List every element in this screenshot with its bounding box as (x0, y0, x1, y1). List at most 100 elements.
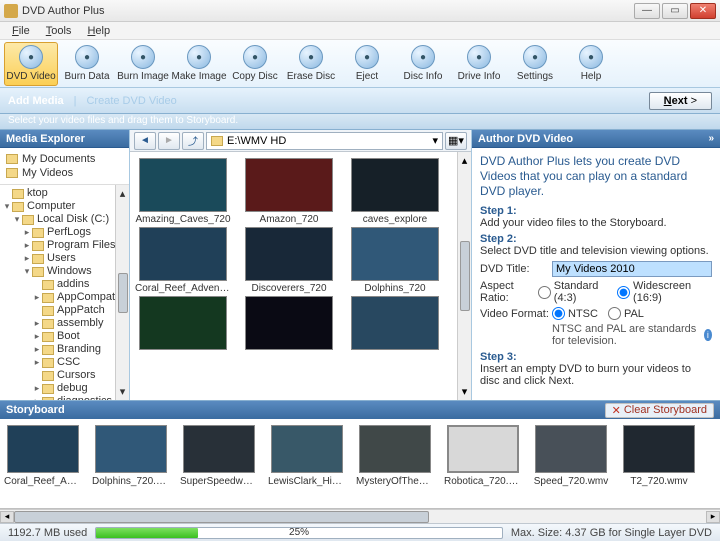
tab-add-media[interactable]: Add Media (8, 95, 64, 107)
tree-item[interactable]: ktop (2, 187, 127, 200)
thumbnail-item[interactable]: caves_explore (346, 158, 444, 225)
quick-my-videos[interactable]: My Videos (6, 166, 123, 180)
menu-file[interactable]: File (4, 23, 38, 39)
storyboard-item[interactable]: Speed_720.wmv (532, 425, 610, 487)
view-mode-button[interactable]: ▦▾ (445, 132, 467, 150)
tree-item[interactable]: ▸assembly (2, 317, 127, 330)
storyboard-item[interactable]: MysteryOfTheNile.w... (356, 425, 434, 487)
expand-icon[interactable]: ▾ (12, 213, 22, 226)
tree-item[interactable]: ▾Local Disk (C:) (2, 213, 127, 226)
thumbnail-item[interactable]: Discoverers_720 (240, 227, 338, 294)
storyboard-scrollbar[interactable]: ◂ ▸ (0, 509, 720, 523)
tree-item[interactable]: ▸diagnostics (2, 395, 127, 400)
tree-item[interactable]: Cursors (2, 369, 127, 382)
storyboard-item[interactable]: SuperSpeedway.w... (180, 425, 258, 487)
expand-icon[interactable]: ▸ (32, 317, 42, 330)
storyboard-item[interactable]: T2_720.wmv (620, 425, 698, 487)
author-header: Author DVD Video» (472, 130, 720, 148)
toolbar-erase-disc[interactable]: ●Erase Disc (284, 42, 338, 86)
tree-item[interactable]: ▸Users (2, 252, 127, 265)
thumbnail-item[interactable] (240, 296, 338, 352)
nav-forward-button[interactable]: ► (158, 132, 180, 150)
dvd-title-input[interactable] (552, 261, 712, 277)
tree-scrollbar[interactable]: ▴▾ (115, 185, 129, 400)
clear-storyboard-button[interactable]: ✕Clear Storyboard (605, 403, 714, 418)
expand-icon[interactable]: ▸ (22, 226, 32, 239)
storyboard-item[interactable]: Coral_Reef_Advent... (4, 425, 82, 487)
toolbar-eject[interactable]: ●Eject (340, 42, 394, 86)
expand-icon[interactable]: ▸ (32, 291, 42, 304)
expand-icon[interactable]: ▸ (32, 330, 42, 343)
toolbar-burn-image[interactable]: ●Burn Image (116, 42, 170, 86)
menu-help[interactable]: Help (79, 23, 118, 39)
tree-item[interactable]: ▾Computer (2, 200, 127, 213)
expand-icon[interactable]: ▸ (32, 356, 42, 369)
status-bar: 1192.7 MB used 25% Max. Size: 4.37 GB fo… (0, 523, 720, 541)
collapse-icon[interactable]: » (708, 133, 714, 144)
scroll-right-icon[interactable]: ▸ (706, 511, 720, 523)
close-button[interactable]: ✕ (690, 3, 716, 19)
thumbnail-item[interactable] (134, 296, 232, 352)
toolbar-dvd-video[interactable]: ●DVD Video (4, 42, 58, 86)
chevron-down-icon[interactable]: ▾ (432, 134, 438, 147)
scroll-left-icon[interactable]: ◂ (0, 511, 14, 523)
aspect-standard-radio[interactable]: Standard (4:3) (538, 280, 607, 304)
folder-icon (42, 306, 54, 316)
aspect-widescreen-radio[interactable]: Widescreen (16:9) (617, 280, 702, 304)
folder-icon (6, 168, 18, 178)
thumbnail-item[interactable]: Amazon_720 (240, 158, 338, 225)
tree-item[interactable]: AppPatch (2, 304, 127, 317)
storyboard-item[interactable]: Robotica_720.wmv (444, 425, 522, 487)
tree-item[interactable]: ▸Boot (2, 330, 127, 343)
tree-item[interactable]: ▸CSC (2, 356, 127, 369)
tree-item[interactable]: ▸debug (2, 382, 127, 395)
tree-item[interactable]: ▸AppCompat (2, 291, 127, 304)
thumbnail-item[interactable]: Dolphins_720 (346, 227, 444, 294)
quick-my-documents[interactable]: My Documents (6, 152, 123, 166)
expand-icon[interactable]: ▸ (32, 395, 42, 400)
tree-item[interactable]: ▸Branding (2, 343, 127, 356)
folder-icon (22, 215, 34, 225)
expand-icon[interactable]: ▾ (2, 200, 12, 213)
storyboard-item[interactable]: LewisClark_HiDef.... (268, 425, 346, 487)
toolbar-make-image[interactable]: ●Make Image (172, 42, 226, 86)
toolbar-drive-info[interactable]: ●Drive Info (452, 42, 506, 86)
tree-item[interactable]: ▸PerfLogs (2, 226, 127, 239)
expand-icon[interactable]: ▸ (22, 239, 32, 252)
toolbar-help[interactable]: ●Help (564, 42, 618, 86)
minimize-button[interactable]: — (634, 3, 660, 19)
expand-icon[interactable]: ▸ (32, 382, 42, 395)
expand-icon[interactable]: ▸ (22, 252, 32, 265)
ntsc-radio[interactable]: NTSC (552, 307, 598, 320)
maximize-button[interactable]: ▭ (662, 3, 688, 19)
storyboard-item[interactable]: Dolphins_720.wmv (92, 425, 170, 487)
folder-tree[interactable]: ▴▾ ktop▾Computer▾Local Disk (C:)▸PerfLog… (0, 185, 129, 400)
pal-radio[interactable]: PAL (608, 307, 644, 320)
path-field[interactable]: E:\WMV HD▾ (206, 132, 443, 150)
menu-tools[interactable]: Tools (38, 23, 80, 39)
thumbnail-item[interactable]: Coral_Reef_Adventure_720 (134, 227, 232, 294)
dvd-title-label: DVD Title: (480, 263, 552, 275)
toolbar-settings[interactable]: ●Settings (508, 42, 562, 86)
toolbar-copy-disc[interactable]: ●Copy Disc (228, 42, 282, 86)
toolbar-burn-data[interactable]: ●Burn Data (60, 42, 114, 86)
step2-label: Step 2: (480, 233, 712, 245)
tree-item[interactable]: ▸Program Files (2, 239, 127, 252)
thumbs-scrollbar[interactable]: ▴▾ (457, 152, 471, 400)
toolbar-disc-info[interactable]: ●Disc Info (396, 42, 450, 86)
info-icon[interactable]: i (704, 329, 712, 341)
folder-icon (12, 202, 24, 212)
nav-up-button[interactable]: ⤴ (182, 132, 204, 150)
thumbnail-item[interactable]: Amazing_Caves_720 (134, 158, 232, 225)
nav-back-button[interactable]: ◄ (134, 132, 156, 150)
thumbnail-item[interactable] (346, 296, 444, 352)
expand-icon[interactable]: ▾ (22, 265, 32, 278)
step1-desc: Add your video files to the Storyboard. (480, 217, 712, 229)
tab-create-dvd[interactable]: Create DVD Video (86, 95, 176, 107)
expand-icon[interactable]: ▸ (32, 343, 42, 356)
tree-item[interactable]: addins (2, 278, 127, 291)
tree-item[interactable]: ▾Windows (2, 265, 127, 278)
next-button[interactable]: Next > (649, 92, 712, 110)
folder-icon (211, 136, 223, 146)
storyboard-thumbnail (447, 425, 519, 473)
